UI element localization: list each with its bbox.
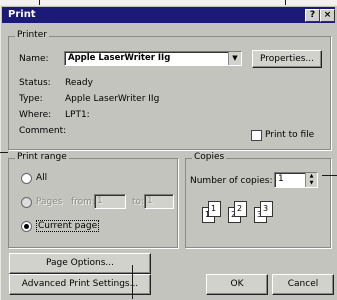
collate-page-number: 1 [211, 204, 217, 213]
print-range-legend: Print range [15, 152, 69, 162]
print-to-file-checkbox[interactable] [251, 130, 262, 141]
collate-page: 1 [208, 201, 221, 217]
type-label: Type: [19, 94, 43, 104]
radio-current-page[interactable] [21, 221, 32, 232]
cancel-button[interactable]: Cancel [272, 274, 334, 295]
printer-group: Printer Name: Apple LaserWriter IIg ▼ Pr… [8, 30, 331, 150]
title-bar: Print ? × [2, 7, 335, 23]
callout-line-copies [322, 175, 337, 176]
spin-up-button[interactable]: ▲ [305, 173, 317, 180]
window-title: Print [8, 9, 36, 20]
from-label: from: [71, 197, 95, 207]
page-options-button[interactable]: Page Options... [9, 253, 151, 274]
number-of-copies-label: Number of copies: [190, 176, 273, 186]
where-value: LPT1: [65, 110, 90, 120]
spin-down-icon: ▼ [309, 180, 314, 186]
spin-up-icon: ▲ [309, 173, 314, 179]
help-button[interactable]: ? [305, 9, 320, 22]
radio-pages[interactable] [21, 197, 32, 208]
print-to-file-label: Print to file [265, 130, 315, 140]
from-input[interactable]: 1 [94, 194, 126, 209]
chevron-down-icon: ▼ [232, 54, 238, 62]
status-label: Status: [19, 78, 51, 88]
collate-page: 3 [260, 201, 273, 217]
radio-all-label: All [36, 173, 48, 183]
printer-name-select[interactable]: Apple LaserWriter IIg ▼ [64, 51, 242, 66]
properties-button[interactable]: Properties... [252, 50, 322, 68]
radio-pages-label: Pages [36, 197, 63, 207]
to-input-value: 1 [147, 196, 153, 206]
to-input[interactable]: 1 [144, 194, 174, 209]
radio-current-page-label: Current page [36, 220, 100, 232]
collate-page-number: 2 [237, 204, 243, 213]
status-value: Ready [65, 78, 93, 88]
print-range-group: Print range All Pages from: 1 to: 1 Curr… [8, 152, 178, 248]
copies-spinner[interactable]: 1 ▲ ▼ [274, 172, 318, 188]
close-button[interactable]: × [320, 9, 335, 22]
from-input-value: 1 [97, 196, 103, 206]
name-label: Name: [19, 54, 49, 64]
dropdown-arrow-button[interactable]: ▼ [228, 52, 241, 65]
copies-legend: Copies [192, 152, 227, 162]
to-label: to: [132, 197, 145, 207]
printer-name-value: Apple LaserWriter IIg [68, 53, 171, 63]
where-label: Where: [19, 110, 52, 120]
printer-legend: Printer [15, 30, 49, 40]
print-dialog: Print ? × Printer Name: Apple LaserWrite… [0, 5, 337, 300]
radio-all[interactable] [21, 173, 32, 184]
callout-line-advanced [132, 265, 133, 299]
copies-value: 1 [278, 174, 284, 184]
copies-group: Copies Number of copies: 1 ▲ ▼ 1 1 2 2 3… [185, 152, 331, 248]
ok-button[interactable]: OK [206, 274, 268, 295]
collate-page: 2 [234, 201, 247, 217]
callout-line-print-range [0, 152, 8, 153]
spin-down-button[interactable]: ▼ [305, 180, 317, 187]
collate-page-number: 3 [263, 204, 269, 213]
type-value: Apple LaserWriter IIg [65, 94, 160, 104]
comment-label: Comment: [19, 126, 67, 136]
advanced-print-settings-button[interactable]: Advanced Print Settings... [9, 274, 151, 295]
